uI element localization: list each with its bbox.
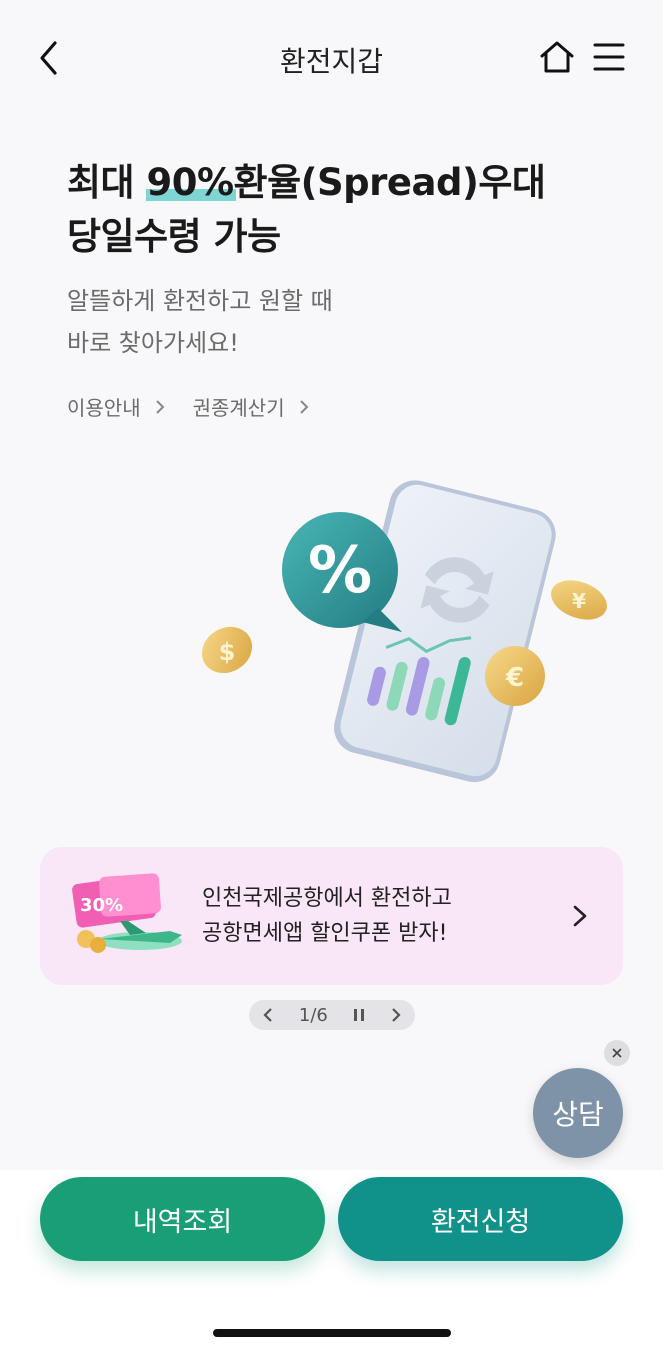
headline-prefix: 최대 [67,161,147,204]
close-icon [612,1048,622,1058]
headline-line-2: 당일수령 가능 [67,215,281,258]
headline-line-1: 최대 90% 환율(Spread)우대 [67,156,546,210]
pause-icon [354,1009,365,1021]
hero-headline: 최대 90% 환율(Spread)우대 당일수령 가능 [67,156,546,264]
chevron-left-icon [263,1008,272,1022]
chevron-right-icon [392,1008,401,1022]
home-button[interactable] [538,38,576,76]
hero-subtitle: 알뜰하게 환전하고 원할 때 바로 찾아가세요! [67,280,333,364]
carousel-pager: 1/6 [249,1000,415,1030]
svg-text:¥: ¥ [572,589,586,613]
headline-suffix: 환율(Spread)우대 [233,161,546,204]
slide-counter: 1/6 [298,1004,328,1026]
hamburger-menu-icon [593,43,625,71]
svg-text:€: € [505,663,524,693]
promo-line-1: 인천국제공항에서 환전하고 [202,886,452,911]
coupon-airplane-image: 30% [72,873,182,953]
headline-highlight: 90% [146,156,236,210]
promo-banner-text: 인천국제공항에서 환전하고 공항면세앱 할인쿠폰 받자! [202,881,452,951]
promo-banner[interactable]: 30% 인천국제공항에서 환전하고 공항면세앱 할인쿠폰 받자! [40,847,623,985]
home-icon [540,41,574,73]
usage-guide-label: 이용안내 [67,396,141,420]
consultation-button[interactable]: 상담 [533,1068,623,1158]
chevron-right-icon [299,399,309,414]
denomination-calculator-link[interactable]: 권종계산기 [193,392,309,421]
hero-links: 이용안내 권종계산기 [67,392,309,421]
usage-guide-link[interactable]: 이용안내 [67,392,165,421]
top-navigation-bar: 환전지갑 [0,0,663,118]
menu-button[interactable] [592,40,626,74]
pause-button[interactable] [353,1008,365,1022]
next-slide-button[interactable] [390,1007,402,1023]
coupon-badge-text: 30% [80,895,123,916]
svg-text:$: $ [219,638,236,666]
subtitle-line-1: 알뜰하게 환전하고 원할 때 [67,287,333,315]
home-indicator [213,1329,451,1337]
close-chat-fab-button[interactable] [604,1040,630,1066]
exchange-phone-illustration: % $ € ¥ [201,480,607,783]
chevron-right-icon [155,399,165,414]
history-button[interactable]: 내역조회 [40,1177,325,1261]
denomination-calculator-label: 권종계산기 [192,396,285,420]
promo-line-2: 공항면세앱 할인쿠폰 받자! [202,921,448,946]
chevron-right-icon [573,905,587,927]
previous-slide-button[interactable] [262,1007,274,1023]
svg-text:%: % [308,534,372,608]
exchange-apply-button[interactable]: 환전신청 [338,1177,623,1261]
subtitle-line-2: 바로 찾아가세요! [67,329,239,357]
